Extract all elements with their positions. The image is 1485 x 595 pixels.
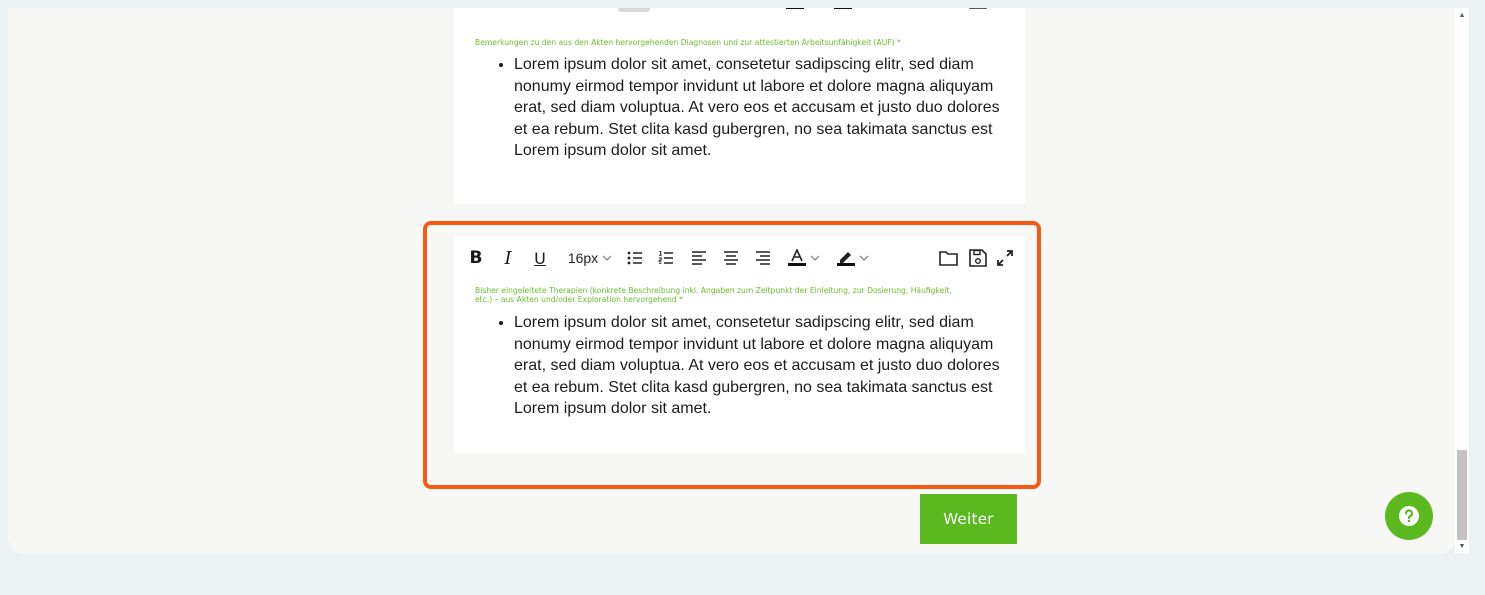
italic-button[interactable]: I: [500, 246, 516, 270]
chevron-down-icon: [810, 255, 820, 261]
bullet-list-button[interactable]: [626, 246, 644, 270]
list-item: Lorem ipsum dolor sit amet, consetetur s…: [514, 312, 1004, 420]
bullet-list: Lorem ipsum dolor sit amet, consetetur s…: [494, 54, 1004, 162]
numbered-list-button[interactable]: [657, 246, 675, 270]
highlight-color-button[interactable]: [834, 246, 872, 270]
list-item: Lorem ipsum dolor sit amet, consetetur s…: [514, 54, 1004, 162]
save-button[interactable]: [968, 246, 988, 270]
highlight-color-icon: [837, 252, 855, 266]
text-color-icon: [788, 249, 806, 266]
help-icon: [1399, 506, 1419, 526]
align-right-icon: [756, 251, 770, 265]
fullscreen-icon: [997, 250, 1013, 266]
next-button[interactable]: Weiter: [920, 494, 1017, 544]
scroll-up-arrow-icon[interactable]: ▲: [1457, 10, 1467, 20]
text-color-button[interactable]: [786, 8, 804, 12]
help-button[interactable]: [1385, 492, 1433, 540]
italic-icon: I: [504, 247, 512, 269]
font-size-select[interactable]: 16px: [564, 246, 616, 270]
bullet-list-button[interactable]: [618, 8, 650, 12]
bullet-list-icon: [627, 251, 642, 265]
align-right-button[interactable]: [754, 246, 772, 270]
bold-button[interactable]: [468, 8, 484, 12]
scroll-thumb[interactable]: [1457, 450, 1467, 540]
save-icon: [969, 249, 987, 267]
align-left-button[interactable]: [690, 8, 706, 12]
fullscreen-button[interactable]: [996, 246, 1014, 270]
editor-diagnoses: Bemerkungen zu den aus den Akten hervorg…: [454, 8, 1025, 204]
bold-icon: B: [469, 248, 483, 268]
underline-icon: U: [534, 248, 546, 268]
numbered-list-button[interactable]: [658, 8, 674, 12]
align-left-icon: [692, 251, 706, 265]
bold-button[interactable]: B: [468, 246, 484, 270]
align-right-button[interactable]: [754, 8, 770, 12]
underline-button[interactable]: U: [532, 246, 548, 270]
align-center-button[interactable]: [722, 8, 738, 12]
field-label-therapies: Bisher eingeleitete Therapien (konkrete …: [475, 286, 952, 304]
field-label-diagnoses: Bemerkungen zu den aus den Akten hervorg…: [475, 38, 901, 47]
save-button[interactable]: [968, 8, 988, 12]
editor-content-diagnoses[interactable]: Lorem ipsum dolor sit amet, consetetur s…: [494, 54, 1004, 162]
italic-button[interactable]: [496, 8, 512, 12]
fullscreen-button[interactable]: [996, 8, 1014, 12]
highlight-color-button[interactable]: [834, 8, 852, 12]
open-file-button[interactable]: [938, 246, 960, 270]
scrollbar[interactable]: ▲ ▼: [1455, 8, 1469, 553]
text-color-button[interactable]: [786, 246, 822, 270]
form-card: Bemerkungen zu den aus den Akten hervorg…: [8, 8, 1455, 553]
align-left-button[interactable]: [690, 246, 708, 270]
scroll-down-arrow-icon[interactable]: ▼: [1457, 541, 1467, 551]
editor-therapies: B I U 16px Bisher eingeleitete Therapien…: [454, 236, 1025, 453]
open-file-button[interactable]: [938, 8, 958, 12]
bullet-list: Lorem ipsum dolor sit amet, consetetur s…: [494, 312, 1004, 420]
numbered-list-icon: [658, 251, 673, 264]
align-center-button[interactable]: [722, 246, 740, 270]
font-size-value: 16px: [567, 250, 599, 266]
align-center-icon: [724, 251, 738, 265]
underline-button[interactable]: [528, 8, 544, 12]
editor-toolbar: [454, 8, 1025, 22]
folder-open-icon: [939, 251, 958, 266]
chevron-down-icon: [859, 255, 869, 261]
editor-content-therapies[interactable]: Lorem ipsum dolor sit amet, consetetur s…: [494, 312, 1004, 420]
chevron-down-icon: [602, 255, 612, 261]
editor-toolbar: B I U 16px: [454, 236, 1025, 280]
